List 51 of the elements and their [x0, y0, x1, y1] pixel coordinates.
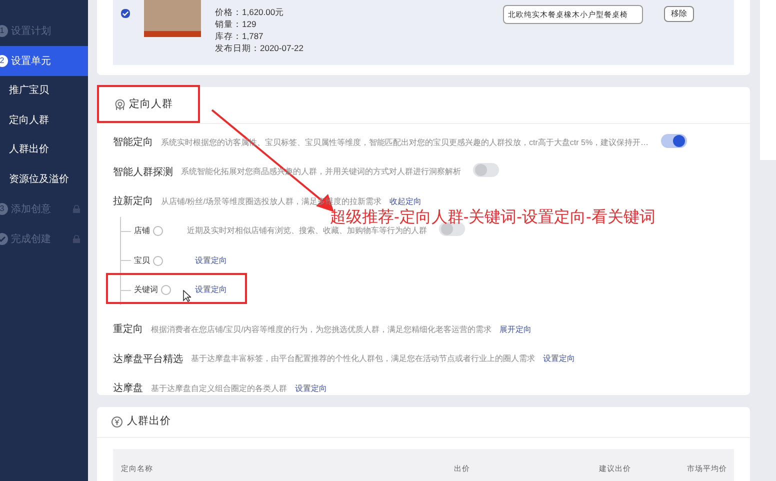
row-description: 基于达摩盘丰富标签，由平台配置推荐的个性化人群包，满足您在活动节点或者行业上的圈人需求	[191, 353, 535, 366]
row-label: 智能定向	[113, 136, 153, 150]
set-targeting-link[interactable]: 设置定向	[295, 382, 327, 395]
row-label: 智能人群探测	[113, 166, 173, 180]
section-title: 人群出价	[127, 414, 171, 430]
set-targeting-link[interactable]: 设置定向	[195, 284, 227, 296]
sidebar-subitem[interactable]: 推广宝贝	[0, 76, 88, 106]
step-number: 3	[0, 203, 8, 215]
toggle-switch[interactable]	[473, 163, 499, 178]
row-label: 拉新定向	[113, 194, 153, 210]
product-detail: 发布日期：2020-07-22	[215, 42, 304, 54]
row-description: 基于达摩盘自定义组合圈定的各类人群	[151, 382, 287, 395]
yuan-cycle-icon	[111, 416, 123, 428]
row-description: 根据消费者在您店铺/宝贝/内容等维度的行为，为您挑选优质人群，满足您精细化老客运营的需求	[151, 324, 492, 336]
sidebar-subitem[interactable]: 人群出价	[0, 135, 88, 164]
row-label: 店铺	[134, 225, 150, 238]
help-icon[interactable]	[153, 256, 163, 266]
product-detail: 销量：129	[215, 18, 258, 30]
row-label: 宝贝	[134, 254, 150, 267]
product-detail: 价格：1,620.00元	[215, 6, 286, 18]
step-label: 完成创建	[11, 232, 51, 246]
checkbox[interactable]	[121, 9, 130, 18]
toggle-switch[interactable]	[660, 134, 687, 148]
help-icon[interactable]	[153, 226, 163, 236]
row-label: 达摩盘平台精选	[113, 352, 183, 367]
set-targeting-link[interactable]: 设置定向	[195, 254, 227, 267]
step-label: 设置计划	[11, 24, 51, 38]
step-label: 设置单元	[11, 54, 51, 68]
product-detail: 库存：1,787	[215, 30, 264, 42]
row-label: 达摩盘	[113, 382, 143, 396]
step-number: 2	[0, 55, 8, 67]
sidebar-subitem[interactable]: 资源位及溢价	[0, 164, 88, 194]
cursor-icon	[183, 290, 191, 302]
sidebar-subitem[interactable]: 定向人群	[0, 106, 88, 135]
row-label: 重定向	[113, 322, 143, 338]
set-targeting-link[interactable]: 展开定向	[499, 324, 532, 336]
step-label: 添加创意	[11, 202, 51, 216]
lock-icon	[73, 205, 80, 213]
lock-icon	[73, 235, 80, 243]
row-label: 关键词	[134, 284, 158, 296]
step-item[interactable]: 2 设置单元	[0, 46, 88, 76]
set-targeting-link[interactable]: 收起定向	[389, 196, 422, 208]
set-targeting-link[interactable]: 设置定向	[543, 353, 575, 366]
row-description: 近期及实时对相似店铺有浏览、搜索、收藏、加购物车等行为的人群	[187, 225, 427, 238]
section-title: 定向人群	[129, 97, 173, 112]
crowd-icon	[114, 99, 126, 111]
photo-placeholder	[144, 0, 201, 37]
help-icon[interactable]	[161, 285, 171, 296]
remove-button[interactable]: 移除	[664, 6, 694, 22]
annotation-text: 超级推荐-定向人群-关键词-设置定向-看关键词	[330, 209, 656, 226]
step-number: 1	[0, 25, 8, 37]
